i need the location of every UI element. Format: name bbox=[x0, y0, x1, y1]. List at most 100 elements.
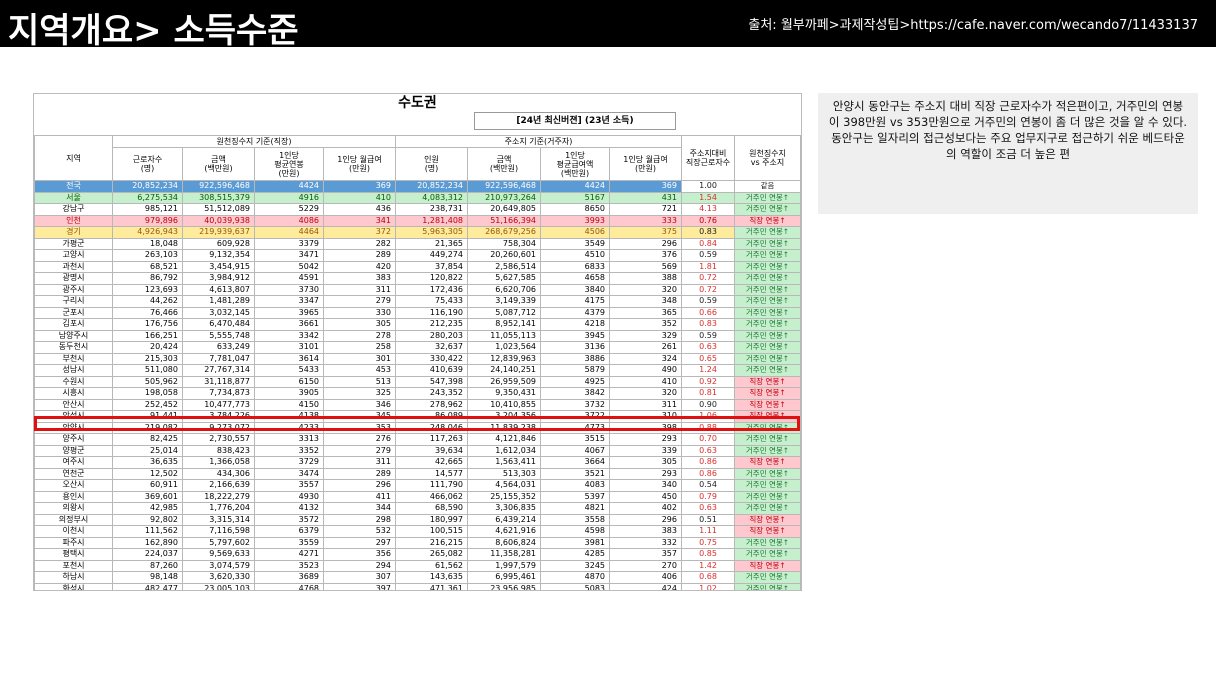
cell-judgement: 같음 bbox=[734, 180, 801, 193]
cell-value: 4271 bbox=[254, 548, 324, 561]
cell-region: 양주시 bbox=[34, 433, 113, 446]
cell-value: 3,149,339 bbox=[467, 295, 541, 308]
cell-value: 3,032,145 bbox=[182, 306, 255, 319]
cell-value: 258 bbox=[323, 341, 396, 354]
cell-value: 1,563,411 bbox=[467, 456, 541, 469]
cell-region: 고양시 bbox=[34, 249, 113, 262]
slide-title: 지역개요> 소득수준 bbox=[8, 11, 299, 51]
cell-value: 4510 bbox=[540, 249, 610, 262]
cell-ratio: 1.11 bbox=[681, 525, 735, 538]
cell-value: 23,956,985 bbox=[467, 582, 541, 590]
cell-value: 278,962 bbox=[395, 398, 468, 411]
cell-value: 3614 bbox=[254, 352, 324, 365]
table-row: 양주시 82,425 2,730,557 3313 276 117,263 4,121,84… bbox=[34, 433, 801, 446]
cell-judgement: 거주민 연봉↑ bbox=[734, 329, 801, 342]
header-amount: 금액 (백만원) bbox=[182, 146, 255, 182]
table-row: 강남구 985,121 51,512,089 5229 436 238,731 20,649… bbox=[34, 203, 801, 216]
cell-value: 212,235 bbox=[395, 318, 468, 331]
cell-ratio: 0.59 bbox=[681, 329, 735, 342]
cell-value: 471,361 bbox=[395, 582, 468, 590]
cell-value: 27,767,314 bbox=[182, 364, 255, 377]
table-row: 하남시 98,148 3,620,330 3689 307 143,635 6,995,46… bbox=[34, 571, 801, 584]
cell-value: 329 bbox=[609, 329, 682, 342]
cell-value: 3,620,330 bbox=[182, 571, 255, 584]
table-row: 군포시 76,466 3,032,145 3965 330 116,190 5,087,71… bbox=[34, 306, 801, 319]
cell-ratio: 1.24 bbox=[681, 364, 735, 377]
cell-region: 평택시 bbox=[34, 548, 113, 561]
cell-judgement: 거주민 연봉↑ bbox=[734, 237, 801, 250]
table-row: 부천시 215,303 7,781,047 3614 301 330,422 12,839,… bbox=[34, 352, 801, 365]
cell-value: 7,116,598 bbox=[182, 525, 255, 538]
cell-value: 5433 bbox=[254, 364, 324, 377]
income-spreadsheet: 수도권 [24년 최신버젼] (23년 소득) 지역 원천징수지 기준(직장) … bbox=[33, 93, 802, 591]
cell-value: 311 bbox=[609, 398, 682, 411]
cell-value: 2,730,557 bbox=[182, 433, 255, 446]
cell-ratio: 1.54 bbox=[681, 191, 735, 204]
table-row: 용인시 369,601 18,222,279 4930 411 466,062 25,155… bbox=[34, 490, 801, 503]
cell-value: 5,555,748 bbox=[182, 329, 255, 342]
cell-value: 5397 bbox=[540, 490, 610, 503]
cell-value: 341 bbox=[323, 214, 396, 227]
cell-value: 20,260,601 bbox=[467, 249, 541, 262]
cell-value: 32,637 bbox=[395, 341, 468, 354]
table-row: 파주시 162,890 5,797,602 3559 297 216,215 8,606,8… bbox=[34, 536, 801, 549]
cell-value: 39,634 bbox=[395, 444, 468, 457]
cell-ratio: 0.83 bbox=[681, 226, 735, 239]
cell-value: 3981 bbox=[540, 536, 610, 549]
cell-judgement: 거주민 연봉↑ bbox=[734, 582, 801, 590]
cell-value: 111,562 bbox=[112, 525, 183, 538]
header-workers: 근로자수 (명) bbox=[112, 146, 183, 182]
cell-ratio: 0.63 bbox=[681, 502, 735, 515]
cell-value: 40,039,938 bbox=[182, 214, 255, 227]
cell-ratio: 0.92 bbox=[681, 375, 735, 388]
cell-value: 411 bbox=[323, 490, 396, 503]
cell-judgement: 거주민 연봉↑ bbox=[734, 203, 801, 216]
cell-judgement: 거주민 연봉↑ bbox=[734, 502, 801, 515]
cell-value: 219,939,637 bbox=[182, 226, 255, 239]
cell-value: 4464 bbox=[254, 226, 324, 239]
table-row: 광명시 86,792 3,984,912 4591 383 120,822 5,627,58… bbox=[34, 272, 801, 285]
cell-region: 파주시 bbox=[34, 536, 113, 549]
cell-region: 오산시 bbox=[34, 479, 113, 492]
cell-value: 3689 bbox=[254, 571, 324, 584]
cell-value: 265,082 bbox=[395, 548, 468, 561]
cell-value: 280,203 bbox=[395, 329, 468, 342]
table-row: 포천시 87,260 3,074,579 3523 294 61,562 1,997,579… bbox=[34, 559, 801, 572]
cell-value: 37,854 bbox=[395, 260, 468, 273]
cell-value: 51,166,394 bbox=[467, 214, 541, 227]
cell-judgement: 거주민 연봉↑ bbox=[734, 536, 801, 549]
cell-value: 18,222,279 bbox=[182, 490, 255, 503]
cell-value: 344 bbox=[323, 502, 396, 515]
table-header: 지역 원천징수지 기준(직장) 주소지 기준(거주자) 주소지대비 직장근로자수… bbox=[34, 135, 801, 182]
cell-value: 356 bbox=[323, 548, 396, 561]
cell-value: 513,303 bbox=[467, 467, 541, 480]
cell-judgement: 직장 연봉↑ bbox=[734, 375, 801, 388]
header-withholding-group: 원천징수지 기준(직장) bbox=[112, 135, 396, 148]
table-row: 의왕시 42,985 1,776,204 4132 344 68,590 3,306,835… bbox=[34, 502, 801, 515]
cell-ratio: 0.83 bbox=[681, 318, 735, 331]
cell-ratio: 1.02 bbox=[681, 582, 735, 590]
cell-value: 436 bbox=[323, 203, 396, 216]
cell-region: 군포시 bbox=[34, 306, 113, 319]
cell-value: 547,398 bbox=[395, 375, 468, 388]
cell-value: 3,306,835 bbox=[467, 502, 541, 515]
cell-value: 324 bbox=[609, 352, 682, 365]
cell-region: 가평군 bbox=[34, 237, 113, 250]
cell-value: 20,649,805 bbox=[467, 203, 541, 216]
cell-value: 3945 bbox=[540, 329, 610, 342]
cell-value: 7,781,047 bbox=[182, 352, 255, 365]
cell-value: 6,995,461 bbox=[467, 571, 541, 584]
table-body: 전국 20,852,234 922,596,468 4424 369 20,852,234… bbox=[34, 180, 801, 590]
slide-header: 지역개요> 소득수준 출처: 월부까페>과제작성팁>https://cafe.n… bbox=[0, 0, 1216, 51]
cell-value: 4424 bbox=[540, 180, 610, 193]
cell-value: 25,014 bbox=[112, 444, 183, 457]
cell-value: 21,365 bbox=[395, 237, 468, 250]
cell-value: 4083 bbox=[540, 479, 610, 492]
cell-region: 화성시 bbox=[34, 582, 113, 590]
cell-judgement: 직장 연봉↑ bbox=[734, 387, 801, 400]
cell-value: 3523 bbox=[254, 559, 324, 572]
cell-value: 42,985 bbox=[112, 502, 183, 515]
cell-value: 3730 bbox=[254, 283, 324, 296]
cell-value: 397 bbox=[323, 582, 396, 590]
cell-judgement: 거주민 연봉↑ bbox=[734, 226, 801, 239]
